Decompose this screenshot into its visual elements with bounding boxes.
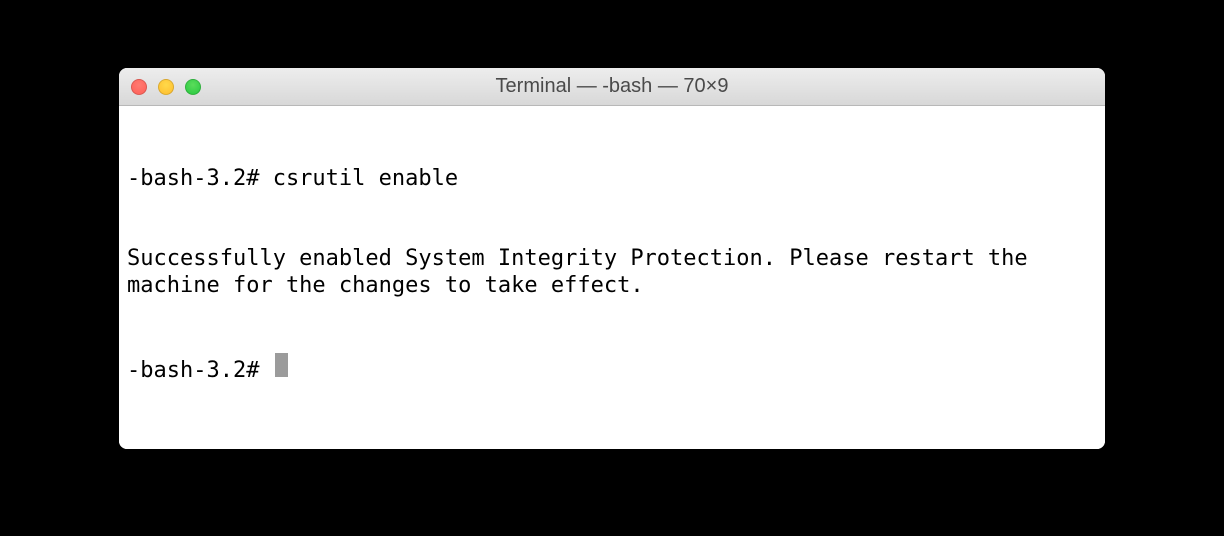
terminal-line: -bash-3.2# csrutil enable [127, 166, 1097, 193]
terminal-content[interactable]: -bash-3.2# csrutil enable Successfully e… [119, 106, 1105, 449]
terminal-prompt-row: -bash-3.2# [127, 353, 1097, 385]
minimize-icon[interactable] [158, 79, 174, 95]
zoom-icon[interactable] [185, 79, 201, 95]
cursor-icon [275, 353, 288, 377]
terminal-prompt: -bash-3.2# [127, 358, 273, 385]
terminal-window: Terminal — -bash — 70×9 -bash-3.2# csrut… [119, 68, 1105, 449]
window-titlebar[interactable]: Terminal — -bash — 70×9 [119, 68, 1105, 106]
traffic-lights [131, 79, 201, 95]
terminal-line: Successfully enabled System Integrity Pr… [127, 246, 1097, 300]
window-title: Terminal — -bash — 70×9 [496, 75, 729, 98]
close-icon[interactable] [131, 79, 147, 95]
